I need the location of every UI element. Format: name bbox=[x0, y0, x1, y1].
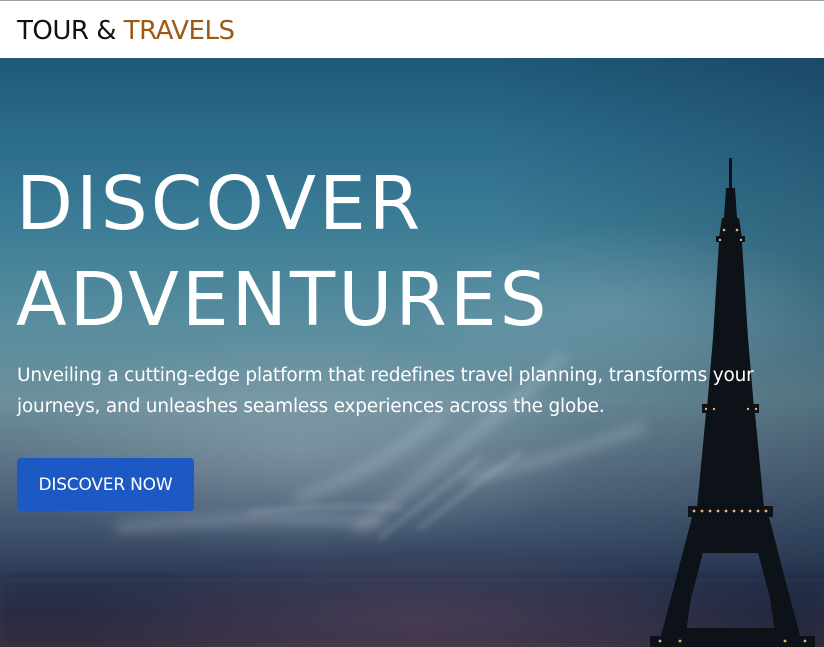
hero-title: DISCOVER ADVENTURES bbox=[16, 156, 550, 348]
brand-name-primary: TOUR & bbox=[17, 15, 124, 46]
brand-logo[interactable]: TOUR & TRAVELS bbox=[17, 15, 235, 46]
hero-title-line-2: ADVENTURES bbox=[16, 257, 550, 343]
hero-description: Unveiling a cutting-edge platform that r… bbox=[17, 365, 754, 417]
hero-section: DISCOVER ADVENTURES Unveiling a cutting-… bbox=[0, 58, 824, 647]
hero-title-line-1: DISCOVER bbox=[16, 161, 424, 247]
brand-name-accent: TRAVELS bbox=[123, 15, 235, 46]
discover-now-button[interactable]: DISCOVER NOW bbox=[17, 458, 194, 511]
navbar: TOUR & TRAVELS bbox=[0, 0, 824, 58]
